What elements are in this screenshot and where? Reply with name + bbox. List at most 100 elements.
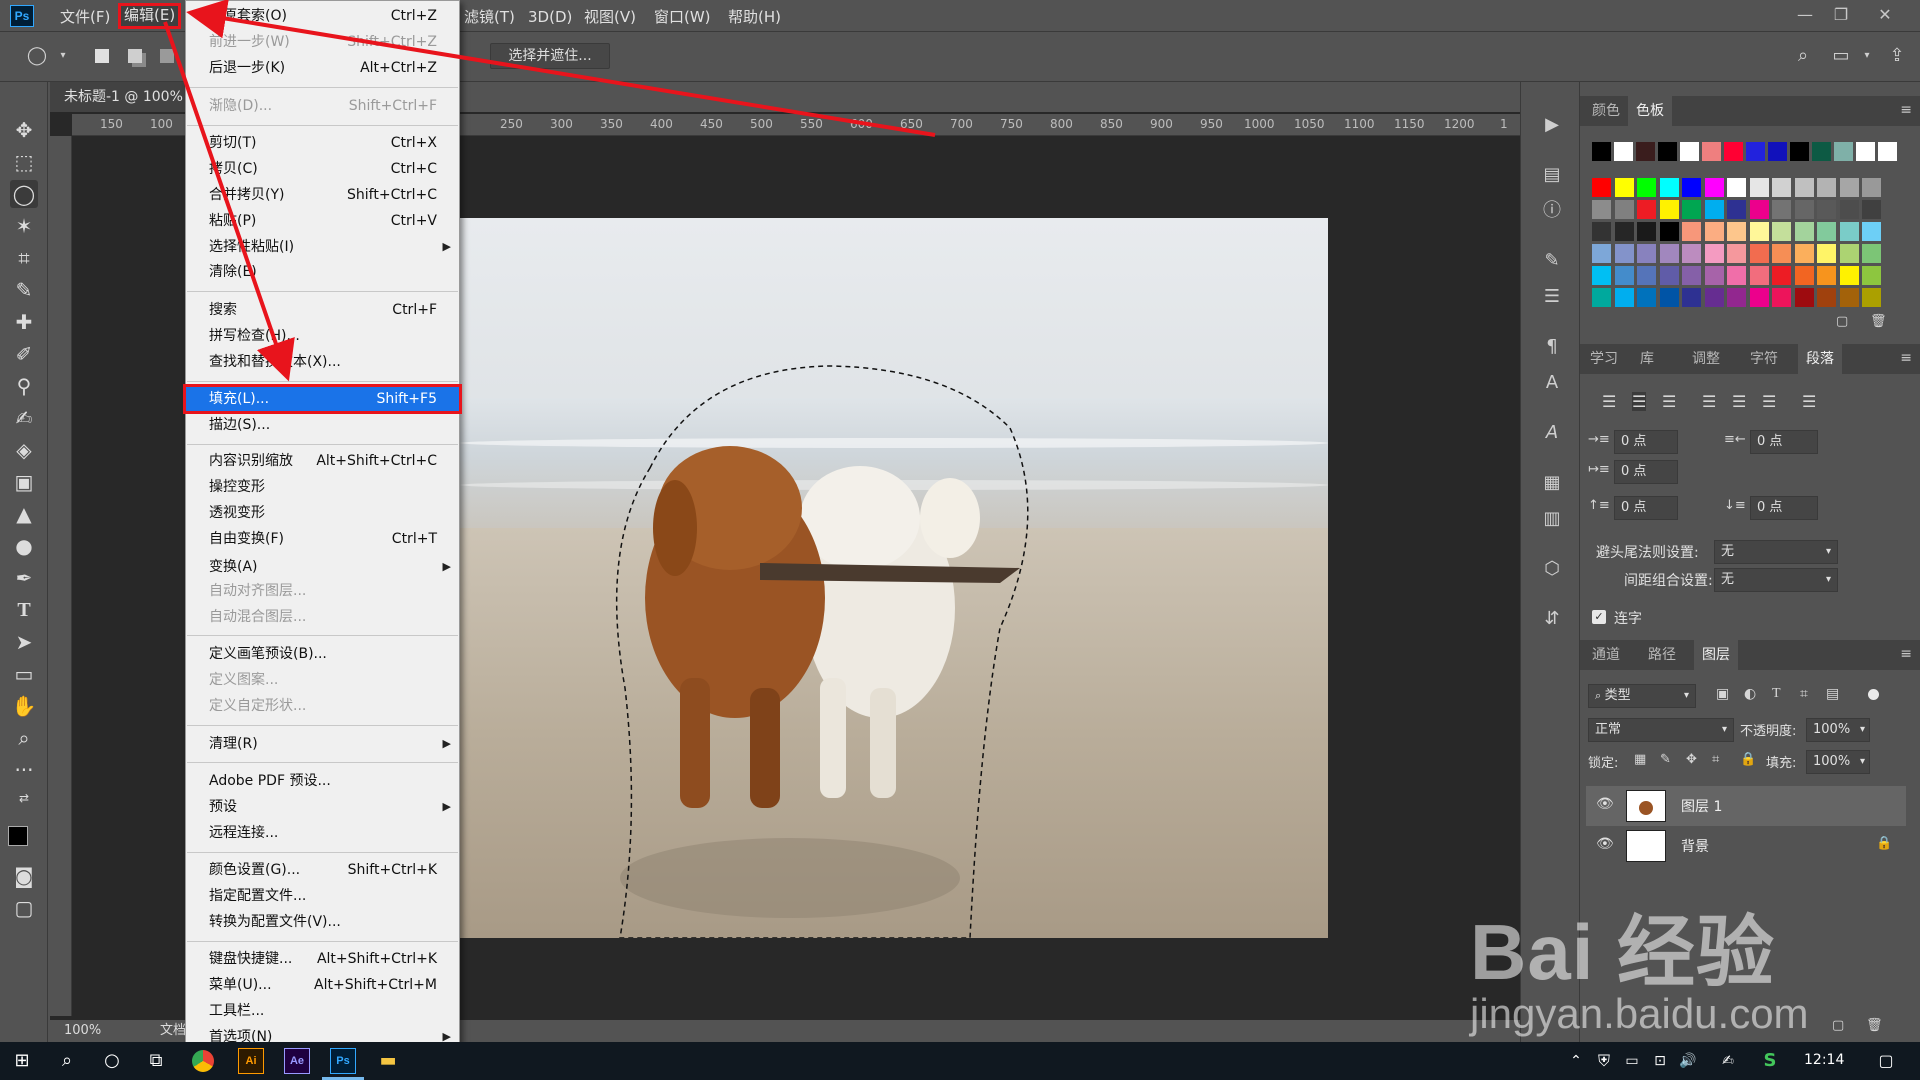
color-swatch[interactable] xyxy=(1637,178,1656,197)
panel-menu-icon[interactable]: ≡ xyxy=(1900,102,1912,118)
notes-icon[interactable]: ▦ xyxy=(1539,470,1565,496)
tab-channels[interactable]: 通道 xyxy=(1584,640,1628,670)
windows-start-icon[interactable]: ⊞ xyxy=(10,1049,34,1073)
restore-icon[interactable]: ❐ xyxy=(1826,2,1856,28)
panel-menu-icon[interactable]: ≡ xyxy=(1900,646,1912,662)
tab-swatches[interactable]: 色板 xyxy=(1628,96,1672,126)
type-tool-icon[interactable]: T xyxy=(10,596,38,624)
color-swatch[interactable] xyxy=(1749,244,1769,263)
filter-smart-object-icon[interactable]: ▤ xyxy=(1826,686,1839,702)
zoom-level[interactable]: 100% xyxy=(50,1020,160,1042)
menu-item-free-transform[interactable]: 自由变换(F) Ctrl+T xyxy=(186,527,459,551)
color-swatch[interactable] xyxy=(1659,266,1679,285)
color-swatch[interactable] xyxy=(1614,200,1634,219)
color-swatch[interactable] xyxy=(1839,222,1859,241)
color-swatch[interactable] xyxy=(1637,266,1656,285)
color-swatch[interactable] xyxy=(1704,222,1724,241)
layer-name[interactable]: 背景 xyxy=(1681,836,1709,856)
color-swatch[interactable] xyxy=(1614,266,1634,285)
tab-adjustments[interactable]: 调整 xyxy=(1684,344,1728,374)
justify-all-icon[interactable]: ☰ xyxy=(1802,392,1816,411)
menu-item-transform[interactable]: 变换(A) ▶ xyxy=(186,555,459,579)
color-swatch[interactable] xyxy=(1839,288,1859,307)
play-icon[interactable]: ▶ xyxy=(1539,112,1565,138)
comments-icon[interactable]: ▥ xyxy=(1539,506,1565,532)
color-swatch[interactable] xyxy=(1727,244,1746,263)
color-swatch[interactable] xyxy=(1746,142,1765,161)
color-swatch[interactable] xyxy=(1614,288,1634,307)
color-swatch[interactable] xyxy=(1839,200,1859,219)
select-and-mask-button[interactable]: 选择并遮住... xyxy=(490,43,610,69)
menu-filter[interactable]: 滤镜(T) xyxy=(460,6,519,28)
filter-toggle-icon[interactable] xyxy=(1868,689,1879,700)
menu-item-assign-profile[interactable]: 指定配置文件... xyxy=(186,884,459,908)
lock-all-icon[interactable]: 🔒 xyxy=(1740,752,1756,767)
menu-help[interactable]: 帮助(H) xyxy=(724,6,785,28)
menu-item-search[interactable]: 搜索 Ctrl+F xyxy=(186,298,459,322)
minimize-icon[interactable]: — xyxy=(1790,2,1820,28)
tab-paragraph[interactable]: 段落 xyxy=(1798,344,1842,374)
eyedropper-tool-icon[interactable]: ✎ xyxy=(10,276,38,304)
color-swatch[interactable] xyxy=(1834,142,1853,161)
color-swatch[interactable] xyxy=(1794,288,1814,307)
lasso-preset-icon[interactable]: ◯ xyxy=(26,45,48,67)
properties-icon[interactable]: ☰ xyxy=(1539,284,1565,310)
menu-item-undo[interactable]: 还原套索(O) Ctrl+Z xyxy=(186,4,459,28)
menu-3d[interactable]: 3D(D) xyxy=(524,6,576,28)
eraser-tool-icon[interactable]: ◈ xyxy=(10,436,38,464)
color-swatch[interactable] xyxy=(1817,244,1836,263)
color-swatch[interactable] xyxy=(1839,178,1859,197)
color-swatch[interactable] xyxy=(1749,266,1769,285)
color-swatch[interactable] xyxy=(1812,142,1831,161)
lock-artboard-icon[interactable]: ⌗ xyxy=(1712,752,1719,767)
file-explorer-icon[interactable]: ▬ xyxy=(376,1049,400,1073)
justify-right-icon[interactable]: ☰ xyxy=(1762,392,1776,411)
lock-transparent-icon[interactable]: ▦ xyxy=(1634,752,1646,767)
menu-item-puppet-warp[interactable]: 操控变形 xyxy=(186,475,459,499)
color-swatch[interactable] xyxy=(1794,178,1814,197)
menu-item-perspective-warp[interactable]: 透视变形 xyxy=(186,501,459,525)
network-icon[interactable]: ⊡ xyxy=(1648,1049,1672,1073)
menu-item-auto-blend[interactable]: 自动混合图层... xyxy=(186,605,459,629)
color-swatch[interactable] xyxy=(1637,222,1656,241)
color-swatch[interactable] xyxy=(1839,244,1859,263)
filter-pixel-icon[interactable]: ▣ xyxy=(1716,686,1729,702)
color-swatch[interactable] xyxy=(1727,266,1746,285)
layer-row[interactable]: 👁 图层 1 xyxy=(1586,786,1906,826)
color-swatch[interactable] xyxy=(1862,200,1881,219)
color-swatch[interactable] xyxy=(1636,142,1655,161)
menu-item-convert-profile[interactable]: 转换为配置文件(V)... xyxy=(186,910,459,934)
tab-learn[interactable]: 学习 xyxy=(1582,344,1626,374)
dodge-tool-icon[interactable]: ● xyxy=(10,532,38,560)
color-swatch[interactable] xyxy=(1839,266,1859,285)
indent-left-field[interactable]: 0 点 xyxy=(1614,430,1678,454)
color-swatch[interactable] xyxy=(1592,178,1611,197)
color-swatch[interactable] xyxy=(1749,178,1769,197)
photoshop-app[interactable]: Ps xyxy=(330,1048,356,1074)
align-right-icon[interactable]: ☰ xyxy=(1662,392,1676,411)
color-swatch[interactable] xyxy=(1862,222,1881,241)
color-swatch[interactable] xyxy=(1704,266,1724,285)
character-icon[interactable]: A xyxy=(1539,370,1565,396)
color-swatch[interactable] xyxy=(1592,200,1611,219)
color-swatch[interactable] xyxy=(1592,244,1611,263)
foreground-color-swatch[interactable] xyxy=(8,826,28,846)
color-swatch[interactable] xyxy=(1794,266,1814,285)
pen-icon[interactable]: ✍ xyxy=(1716,1049,1740,1073)
color-swatch[interactable] xyxy=(1704,244,1724,263)
color-swatch[interactable] xyxy=(1862,288,1881,307)
menu-item-define-shape[interactable]: 定义自定形状... xyxy=(186,694,459,718)
input-method-icon[interactable]: S xyxy=(1758,1049,1782,1073)
color-swatch[interactable] xyxy=(1817,266,1836,285)
illustrator-app[interactable]: Ai xyxy=(238,1048,264,1074)
menu-item-cut[interactable]: 剪切(T) Ctrl+X xyxy=(186,131,459,155)
color-swatch[interactable] xyxy=(1817,200,1836,219)
menu-item-content-aware-scale[interactable]: 内容识别缩放 Alt+Shift+Ctrl+C xyxy=(186,449,459,473)
document-tab[interactable]: 未标题-1 @ 100% xyxy=(50,82,190,112)
visibility-eye-icon[interactable]: 👁 xyxy=(1596,836,1614,852)
color-swatch[interactable] xyxy=(1772,200,1791,219)
color-swatch[interactable] xyxy=(1862,244,1881,263)
color-swatch[interactable] xyxy=(1727,178,1746,197)
chrome-icon[interactable] xyxy=(192,1050,214,1072)
brush-settings-icon[interactable]: ✎ xyxy=(1539,248,1565,274)
